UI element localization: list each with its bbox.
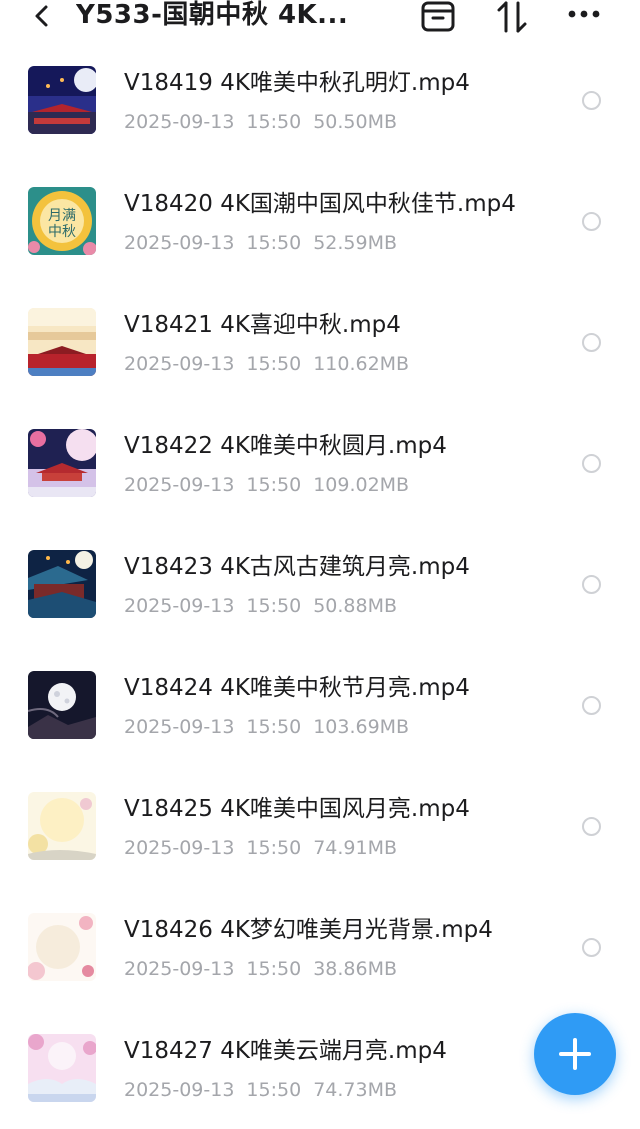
file-row[interactable]: V18423 4K古风古建筑月亮.mp4 2025-09-13 15:50 50.8… [0, 524, 640, 645]
select-radio[interactable] [582, 938, 601, 957]
file-row[interactable]: V18422 4K唯美中秋圆月.mp4 2025-09-13 15:50 109.0… [0, 403, 640, 524]
top-bar: Y533-国朝中秋 4K... [0, 0, 640, 40]
file-time: 15:50 [246, 1079, 302, 1101]
file-meta: 2025-09-13 15:50 52.59MB [124, 229, 409, 257]
file-size: 110.62MB [313, 353, 410, 375]
select-radio[interactable] [582, 454, 601, 473]
file-time: 15:50 [246, 595, 302, 617]
file-meta: 2025-09-13 15:50 50.50MB [124, 108, 409, 136]
file-row[interactable]: V18425 4K唯美中国风月亮.mp4 2025-09-13 15:50 74.9… [0, 766, 640, 887]
file-date: 2025-09-13 [124, 716, 235, 738]
file-size: 38.86MB [313, 958, 398, 980]
add-button[interactable] [534, 1013, 616, 1095]
file-meta: 2025-09-13 15:50 109.02MB [124, 471, 421, 499]
file-meta: 2025-09-13 15:50 74.91MB [124, 834, 409, 862]
file-time: 15:50 [246, 474, 302, 496]
file-meta: 2025-09-13 15:50 103.69MB [124, 713, 421, 741]
video-thumbnail [28, 550, 96, 618]
file-date: 2025-09-13 [124, 111, 235, 133]
select-radio[interactable] [582, 696, 601, 715]
file-time: 15:50 [246, 111, 302, 133]
video-thumbnail [28, 671, 96, 739]
archive-icon[interactable] [420, 0, 456, 34]
sort-icon[interactable] [494, 0, 530, 34]
page-title: Y533-国朝中秋 4K... [76, 0, 349, 30]
file-time: 15:50 [246, 958, 302, 980]
file-row[interactable]: V18426 4K梦幻唯美月光背景.mp4 2025-09-13 15:50 38.… [0, 887, 640, 1008]
video-thumbnail [28, 1034, 96, 1102]
select-radio[interactable] [582, 575, 601, 594]
select-radio[interactable] [582, 91, 601, 110]
file-date: 2025-09-13 [124, 595, 235, 617]
file-name: V18419 4K唯美中秋孔明灯.mp4 [124, 70, 470, 96]
file-name: V18424 4K唯美中秋节月亮.mp4 [124, 675, 470, 701]
file-date: 2025-09-13 [124, 232, 235, 254]
file-size: 50.88MB [313, 595, 398, 617]
file-date: 2025-09-13 [124, 837, 235, 859]
file-name: V18427 4K唯美云端月亮.mp4 [124, 1038, 447, 1064]
back-icon[interactable] [28, 2, 56, 30]
file-meta: 2025-09-13 15:50 110.62MB [124, 350, 421, 378]
select-radio[interactable] [582, 817, 601, 836]
file-name: V18426 4K梦幻唯美月光背景.mp4 [124, 917, 493, 943]
select-radio[interactable] [582, 212, 601, 231]
file-size: 52.59MB [313, 232, 398, 254]
file-time: 15:50 [246, 837, 302, 859]
video-thumbnail [28, 66, 96, 134]
file-name: V18425 4K唯美中国风月亮.mp4 [124, 796, 470, 822]
plus-icon [559, 1038, 591, 1070]
video-thumbnail [28, 308, 96, 376]
more-icon[interactable] [566, 0, 602, 34]
file-size: 74.91MB [313, 837, 398, 859]
file-date: 2025-09-13 [124, 1079, 235, 1101]
file-name: V18422 4K唯美中秋圆月.mp4 [124, 433, 447, 459]
file-meta: 2025-09-13 15:50 50.88MB [124, 592, 409, 620]
file-meta: 2025-09-13 15:50 74.73MB [124, 1076, 409, 1104]
file-date: 2025-09-13 [124, 958, 235, 980]
file-size: 74.73MB [313, 1079, 398, 1101]
video-thumbnail: 月满 中秋 [28, 187, 96, 255]
file-time: 15:50 [246, 716, 302, 738]
file-row[interactable]: V18421 4K喜迎中秋.mp4 2025-09-13 15:50 110.62M… [0, 282, 640, 403]
video-thumbnail [28, 913, 96, 981]
file-list: V18419 4K唯美中秋孔明灯.mp4 2025-09-13 15:50 50.5… [0, 40, 640, 1129]
video-thumbnail [28, 792, 96, 860]
file-row[interactable]: V18419 4K唯美中秋孔明灯.mp4 2025-09-13 15:50 50.5… [0, 40, 640, 161]
file-name: V18423 4K古风古建筑月亮.mp4 [124, 554, 470, 580]
file-row[interactable]: 月满 中秋 V18420 4K国潮中国风中秋佳节.mp4 2025-09-13 1… [0, 161, 640, 282]
file-time: 15:50 [246, 353, 302, 375]
file-meta: 2025-09-13 15:50 38.86MB [124, 955, 409, 983]
file-row[interactable]: V18424 4K唯美中秋节月亮.mp4 2025-09-13 15:50 103.… [0, 645, 640, 766]
select-radio[interactable] [582, 333, 601, 352]
file-time: 15:50 [246, 232, 302, 254]
file-date: 2025-09-13 [124, 474, 235, 496]
file-size: 109.02MB [313, 474, 410, 496]
svg-text:中秋: 中秋 [48, 224, 76, 240]
svg-text:月满: 月满 [48, 208, 76, 224]
file-name: V18421 4K喜迎中秋.mp4 [124, 312, 401, 338]
file-size: 103.69MB [313, 716, 410, 738]
file-name: V18420 4K国潮中国风中秋佳节.mp4 [124, 191, 516, 217]
file-size: 50.50MB [313, 111, 398, 133]
file-date: 2025-09-13 [124, 353, 235, 375]
video-thumbnail [28, 429, 96, 497]
